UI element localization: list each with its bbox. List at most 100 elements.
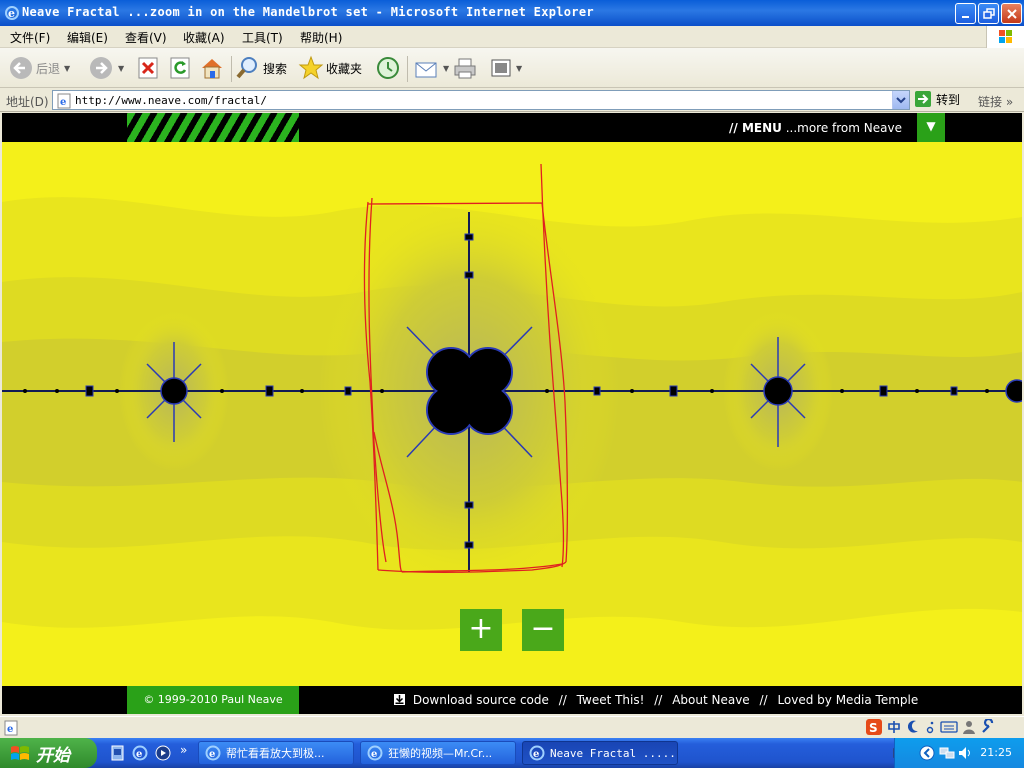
menu-help[interactable]: 帮助(H) [300,29,342,46]
user-icon [963,721,975,734]
edit-button[interactable]: ▼ [490,54,522,82]
home-button[interactable] [199,54,225,82]
maximize-button[interactable] [978,3,999,24]
history-button[interactable] [374,54,402,82]
ie-page-icon: e [57,93,71,109]
download-icon [394,694,405,705]
copyright-text: © 1999-2010 Paul Neave [127,686,299,714]
printer-icon [454,58,476,79]
stop-icon [138,57,158,79]
toolbar-separator [407,56,408,82]
mandelbrot-canvas[interactable] [2,142,1022,686]
back-button[interactable]: 后退 ▼ [8,54,70,82]
svg-text:e: e [7,724,13,735]
task-label: 狂懒的视频—Mr.Cr... [388,747,493,760]
forward-dropdown-icon[interactable]: ▼ [118,64,124,73]
go-label: 转到 [936,92,961,107]
back-arrow-icon [10,57,32,79]
quicklaunch-mediaplayer-icon[interactable] [155,745,171,761]
zoom-out-button[interactable]: − [522,609,564,651]
menu-toggle-button[interactable]: ▼ [917,113,945,142]
mail-icon [415,62,437,78]
menu-suffix: ...more from Neave [781,121,902,135]
print-button[interactable] [452,54,478,82]
tweet-this-link[interactable]: Tweet This! [577,693,645,707]
tray-volume-icon[interactable] [957,745,973,761]
edit-page-icon [491,59,511,77]
svg-text:e: e [533,749,539,760]
svg-text:e: e [209,749,215,760]
menu-tools[interactable]: 工具(T) [242,29,283,46]
forward-arrow-icon [90,57,112,79]
menu-favorites[interactable]: 收藏(A) [183,29,225,46]
address-input[interactable]: e http://www.neave.com/fractal/ [52,90,910,110]
menu-edit[interactable]: 编辑(E) [67,29,108,46]
mail-button[interactable]: ▼ [413,54,449,82]
system-tray: 21:25 [894,738,1024,768]
start-button[interactable]: 开始 [0,738,97,768]
page-content: // MENU ...more from Neave ▼ + − © 1999-… [2,113,1022,714]
site-menu-link[interactable]: // MENU ...more from Neave [729,121,902,135]
history-icon [377,57,399,79]
footer-links: Download source code // Tweet This! // A… [394,693,924,707]
download-source-link[interactable]: Download source code [413,693,549,707]
window-title: Neave Fractal ...zoom in on the Mandelbr… [22,5,594,19]
taskbar-task[interactable]: e 狂懒的视频—Mr.Cr... [360,741,516,765]
svg-text:S: S [869,721,878,735]
svg-text:e: e [371,749,377,760]
back-dropdown-icon[interactable]: ▼ [64,64,70,73]
svg-text:e: e [60,97,66,108]
ime-toolbar[interactable]: S [866,719,996,735]
search-icon [236,57,257,79]
menu-file[interactable]: 文件(F) [10,29,50,46]
favorites-button[interactable]: 收藏夹 [298,54,362,82]
quicklaunch-more-icon[interactable]: » [180,743,187,757]
about-neave-link[interactable]: About Neave [672,693,750,707]
menu-view[interactable]: 查看(V) [125,29,167,46]
start-label: 开始 [36,745,70,766]
site-footer: © 1999-2010 Paul Neave Download source c… [2,686,1022,714]
tray-network-icon[interactable] [939,745,955,761]
chevron-down-icon [896,97,906,104]
links-label: 链接 [978,95,1003,109]
page-status-icon: e [4,720,18,736]
go-arrow-icon [915,91,931,107]
taskbar-task[interactable]: e 帮忙看看放大到极... [198,741,354,765]
taskbar-task-active[interactable]: e Neave Fractal ..... [522,741,678,765]
address-url: http://www.neave.com/fractal/ [75,94,268,107]
site-logo-stripes [127,113,299,142]
quicklaunch-ie-icon[interactable]: e [132,745,148,761]
close-button[interactable] [1001,3,1022,24]
favorites-star-icon [298,55,324,80]
search-button[interactable]: 搜索 [235,54,287,82]
window-title-bar[interactable]: e Neave Fractal ...zoom in on the Mandel… [0,0,1024,26]
stop-button[interactable] [137,54,159,82]
chinese-mode-icon [888,721,900,733]
mail-dropdown-icon[interactable]: ▼ [443,64,449,73]
search-label: 搜索 [263,61,288,76]
tray-expand-icon[interactable] [919,745,935,761]
standard-toolbar: 后退 ▼ ▼ 搜索 收藏夹 ▼ ▼ [0,48,1024,88]
forward-button[interactable]: ▼ [88,54,124,82]
menu-prefix: // MENU [729,121,782,135]
address-dropdown-button[interactable] [892,91,909,109]
windows-flag-icon [11,746,29,760]
refresh-button[interactable] [169,54,191,82]
svg-text:e: e [8,7,15,20]
ie-icon: e [5,6,19,20]
sogou-ime-icon: S [866,719,882,735]
media-temple-link[interactable]: Loved by Media Temple [777,693,918,707]
ie-icon: e [205,745,221,761]
punctuation-icon [926,721,934,734]
zoom-in-button[interactable]: + [460,609,502,651]
go-button[interactable]: 转到 [914,90,960,108]
tray-clock[interactable]: 21:25 [980,746,1012,759]
wrench-icon [982,719,994,733]
edit-dropdown-icon[interactable]: ▼ [516,64,522,73]
site-header: // MENU ...more from Neave ▼ [2,113,1022,142]
quicklaunch-desktop-icon[interactable] [110,745,126,761]
windows-flag-icon [999,30,1012,43]
links-toolbar[interactable]: 链接 » [978,93,1013,110]
back-label: 后退 [36,61,61,76]
minimize-button[interactable] [955,3,976,24]
